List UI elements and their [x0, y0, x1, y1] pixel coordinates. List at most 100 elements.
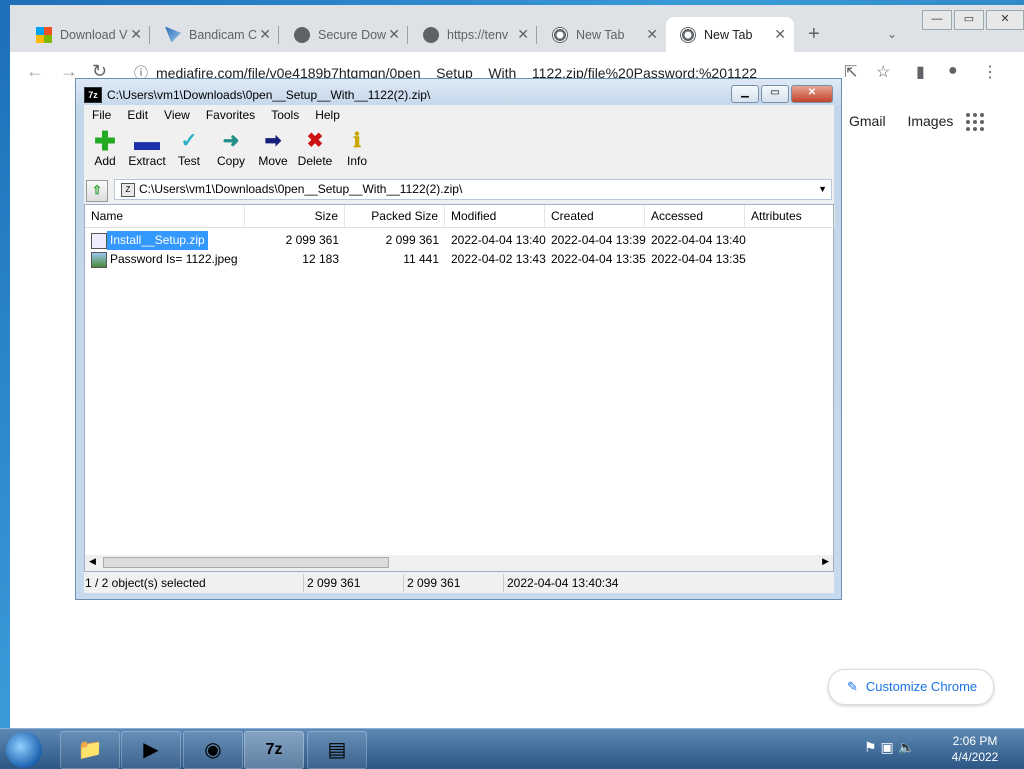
- new-tab-icon[interactable]: +: [808, 23, 820, 46]
- volume-icon[interactable]: 🔈: [898, 739, 915, 755]
- scrollbar-thumb[interactable]: [103, 557, 389, 568]
- archive-window: 7z C:\Users\vm1\Downloads\0pen__Setup__W…: [75, 78, 842, 600]
- column-created[interactable]: Created: [545, 205, 645, 227]
- close-tab-icon[interactable]: ✕: [774, 26, 786, 43]
- archive-title-bar[interactable]: 7z C:\Users\vm1\Downloads\0pen__Setup__W…: [84, 85, 430, 105]
- file-created: 2022-04-04 13:39: [551, 233, 646, 247]
- network-icon[interactable]: ▣: [880, 739, 893, 755]
- check-icon: ✓: [180, 130, 198, 152]
- menu-tools[interactable]: Tools: [263, 105, 307, 125]
- share-icon[interactable]: ⇱: [844, 62, 857, 82]
- chrome-icon: [552, 26, 568, 43]
- maximize-icon[interactable]: ▭: [954, 10, 984, 30]
- side-panel-icon[interactable]: ▮: [916, 62, 925, 82]
- move-label: Move: [258, 154, 288, 168]
- archive-path: C:\Users\vm1\Downloads\0pen__Setup__With…: [139, 182, 463, 196]
- tab-new-tab-active[interactable]: New Tab ✕: [666, 17, 794, 52]
- menu-view[interactable]: View: [156, 105, 198, 125]
- media-player-icon[interactable]: ▶: [121, 731, 181, 769]
- close-tab-icon[interactable]: ✕: [646, 26, 658, 43]
- microsoft-icon: [36, 26, 52, 43]
- customize-label: Customize Chrome: [865, 679, 978, 694]
- maximize-icon[interactable]: ▭: [761, 85, 789, 103]
- customize-chrome-button[interactable]: ✎ Customize Chrome: [828, 669, 994, 705]
- up-folder-button[interactable]: ⇧: [86, 180, 108, 202]
- info-button[interactable]: ℹ Info: [336, 126, 378, 176]
- table-row[interactable]: Install__Setup.zip 2 099 361 2 099 361 2…: [85, 231, 835, 250]
- info-label: Info: [346, 154, 367, 168]
- close-tab-icon[interactable]: ✕: [259, 26, 271, 43]
- globe-icon: [294, 26, 310, 43]
- file-list: Name Size Packed Size Modified Created A…: [84, 204, 835, 572]
- scroll-left-icon[interactable]: ◀: [89, 556, 96, 567]
- copy-arrow-icon: ➜: [222, 130, 240, 152]
- tab-bandicam[interactable]: Bandicam C ✕: [151, 17, 279, 52]
- 7zip-icon[interactable]: 7z: [244, 731, 304, 769]
- globe-icon: [423, 26, 439, 43]
- column-attributes[interactable]: Attributes: [745, 205, 835, 227]
- delete-x-icon: ✖: [306, 130, 324, 152]
- profile-avatar-icon[interactable]: ●: [948, 62, 958, 80]
- archive-toolbar: ✚ Add ▬ Extract ✓ Test ➜ Copy ➡ Move ✖ D…: [84, 126, 834, 176]
- close-tab-icon[interactable]: ✕: [130, 26, 142, 43]
- up-arrow-icon: ⇧: [91, 183, 103, 197]
- minimize-icon[interactable]: —: [922, 10, 952, 30]
- tab-search-chevron-icon[interactable]: ⌄: [887, 27, 897, 41]
- close-icon[interactable]: ✕: [986, 10, 1024, 30]
- archive-path-combobox[interactable]: Z C:\Users\vm1\Downloads\0pen__Setup__Wi…: [114, 179, 832, 200]
- tab-title: Secure Dow: [318, 27, 387, 42]
- delete-button[interactable]: ✖ Delete: [294, 126, 336, 176]
- table-row[interactable]: Password Is= 1122.jpeg 12 183 11 441 202…: [85, 250, 835, 269]
- horizontal-scrollbar[interactable]: ◀ ▶: [85, 555, 833, 571]
- action-center-icon[interactable]: ⚑: [864, 739, 877, 755]
- copy-label: Copy: [216, 154, 245, 168]
- info-icon: ℹ: [353, 130, 361, 152]
- menu-help[interactable]: Help: [307, 105, 348, 125]
- gmail-link[interactable]: Gmail: [849, 113, 886, 129]
- chrome-icon[interactable]: ◉: [183, 731, 243, 769]
- close-tab-icon[interactable]: ✕: [517, 26, 529, 43]
- back-arrow-icon[interactable]: ←: [26, 61, 44, 82]
- menu-bar: File Edit View Favorites Tools Help: [84, 105, 834, 125]
- explorer-icon[interactable]: 📁: [60, 731, 120, 769]
- file-created: 2022-04-04 13:35: [551, 252, 646, 266]
- file-modified: 2022-04-02 13:43: [451, 252, 546, 266]
- dropdown-arrow-icon[interactable]: ▼: [818, 180, 827, 199]
- column-packed-size[interactable]: Packed Size: [345, 205, 445, 227]
- scroll-right-icon[interactable]: ▶: [822, 556, 829, 567]
- tab-download[interactable]: Download V ✕: [22, 17, 150, 52]
- tab-https[interactable]: https://tenv ✕: [409, 17, 537, 52]
- tab-new-tab[interactable]: New Tab ✕: [538, 17, 666, 52]
- move-button[interactable]: ➡ Move: [252, 126, 294, 176]
- add-button[interactable]: ✚ Add: [84, 126, 126, 176]
- extract-button[interactable]: ▬ Extract: [126, 126, 168, 176]
- close-icon[interactable]: ✕: [791, 85, 833, 103]
- status-date: 2022-04-04 13:40:34: [507, 576, 619, 590]
- 7zip-icon: 7z: [84, 87, 102, 103]
- clock[interactable]: 2:06 PM 4/4/2022: [940, 733, 1010, 765]
- menu-favorites[interactable]: Favorites: [198, 105, 263, 125]
- file-accessed: 2022-04-04 13:40: [651, 233, 746, 247]
- column-modified[interactable]: Modified: [445, 205, 545, 227]
- column-name[interactable]: Name: [85, 205, 245, 227]
- copy-button[interactable]: ➜ Copy: [210, 126, 252, 176]
- apps-grid-icon[interactable]: [966, 113, 986, 133]
- minimize-icon[interactable]: ▁: [731, 85, 759, 103]
- column-accessed[interactable]: Accessed: [645, 205, 745, 227]
- start-button[interactable]: [6, 732, 42, 768]
- tab-secure-download[interactable]: Secure Dow ✕: [280, 17, 408, 52]
- images-link[interactable]: Images: [907, 113, 953, 129]
- column-size[interactable]: Size: [245, 205, 345, 227]
- bookmark-star-icon[interactable]: ☆: [876, 62, 890, 82]
- window-controls: — ▭ ✕: [920, 10, 1024, 30]
- notepad-icon[interactable]: ▤: [307, 731, 367, 769]
- menu-file[interactable]: File: [84, 105, 119, 125]
- test-button[interactable]: ✓ Test: [168, 126, 210, 176]
- status-bar: 1 / 2 object(s) selected 2 099 361 2 099…: [84, 574, 834, 592]
- delete-label: Delete: [297, 154, 333, 168]
- file-name: Install__Setup.zip: [107, 231, 208, 250]
- menu-edit[interactable]: Edit: [119, 105, 156, 125]
- menu-kebab-icon[interactable]: ⋮: [982, 62, 998, 82]
- pencil-icon: ✎: [847, 679, 858, 694]
- close-tab-icon[interactable]: ✕: [388, 26, 400, 43]
